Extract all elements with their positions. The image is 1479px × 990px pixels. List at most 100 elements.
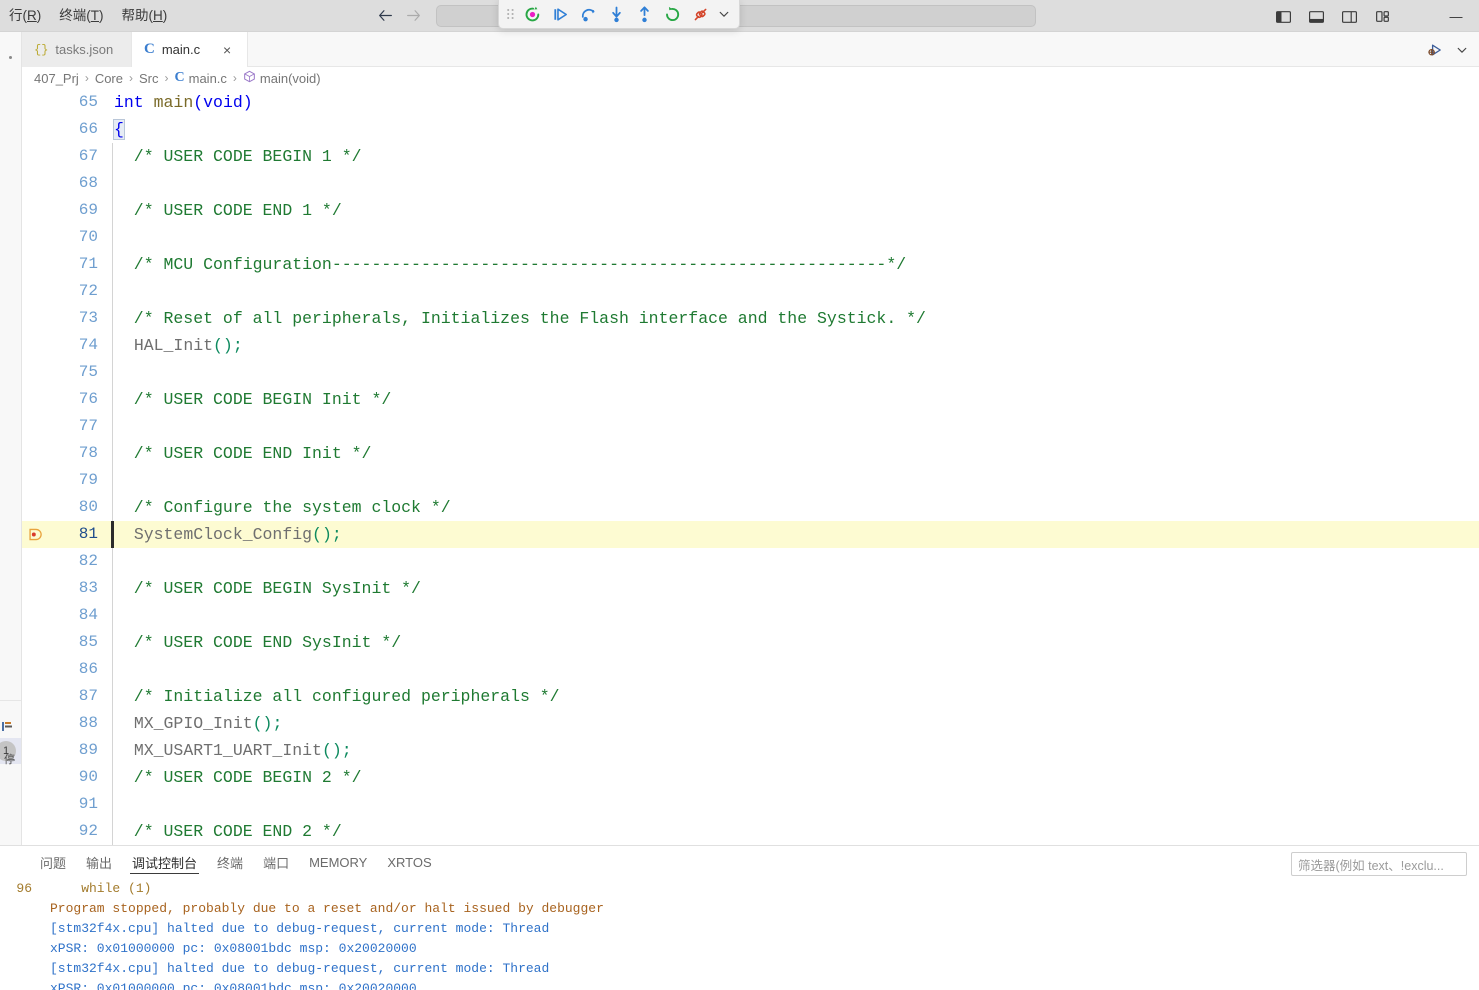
gutter-glyph[interactable] — [22, 224, 46, 251]
debug-stopped-marker[interactable] — [22, 521, 46, 548]
gutter-glyph[interactable] — [22, 602, 46, 629]
gutter-glyph[interactable] — [22, 467, 46, 494]
minimize-button[interactable]: — — [1433, 0, 1479, 32]
drag-handle-icon[interactable] — [503, 4, 517, 24]
code-token: () — [252, 714, 273, 733]
code-line[interactable]: 68 — [22, 170, 1479, 197]
chevron-down-icon[interactable] — [1449, 38, 1475, 62]
toggle-panel-icon[interactable] — [1301, 4, 1331, 28]
code-line[interactable]: 87 /* Initialize all configured peripher… — [22, 683, 1479, 710]
gutter-glyph[interactable] — [22, 386, 46, 413]
editor-tab-tasks-json[interactable]: {} tasks.json — [22, 32, 132, 67]
code-line[interactable]: 86 — [22, 656, 1479, 683]
menu-item-2[interactable]: 帮助(H) — [113, 4, 177, 28]
continue-button[interactable] — [519, 3, 545, 25]
gutter-glyph[interactable] — [22, 278, 46, 305]
code-line[interactable]: 82 — [22, 548, 1479, 575]
customize-layout-icon[interactable] — [1367, 4, 1397, 28]
forward-arrow-icon[interactable] — [400, 5, 426, 27]
panel-tab-2[interactable]: 调试控制台 — [122, 846, 207, 879]
code-line[interactable]: 90 /* USER CODE BEGIN 2 */ — [22, 764, 1479, 791]
gutter-glyph[interactable] — [22, 818, 46, 845]
toggle-secondary-sidebar-icon[interactable] — [1334, 4, 1364, 28]
gutter-glyph[interactable] — [22, 710, 46, 737]
editor-tab-main-c[interactable]: Cmain.c × — [132, 32, 249, 68]
back-arrow-icon[interactable] — [372, 5, 398, 27]
code-line[interactable]: 74 HAL_Init(); — [22, 332, 1479, 359]
restart-button[interactable] — [659, 3, 685, 25]
code-line[interactable]: 65 int main(void) — [22, 89, 1479, 116]
code-line[interactable]: 69 /* USER CODE END 1 */ — [22, 197, 1479, 224]
code-line[interactable]: 89 MX_USART1_UART_Init(); — [22, 737, 1479, 764]
gutter-glyph[interactable] — [22, 791, 46, 818]
c-file-icon: C — [144, 41, 155, 57]
gutter-glyph[interactable] — [22, 575, 46, 602]
code-line[interactable]: 78 /* USER CODE END Init */ — [22, 440, 1479, 467]
gutter-glyph[interactable] — [22, 413, 46, 440]
gutter-glyph[interactable] — [22, 359, 46, 386]
gutter-glyph[interactable] — [22, 440, 46, 467]
disconnect-button[interactable] — [687, 3, 713, 25]
panel-tab-3[interactable]: 终端 — [207, 846, 253, 879]
toggle-primary-sidebar-icon[interactable] — [1268, 4, 1298, 28]
panel-tab-5[interactable]: MEMORY — [299, 846, 377, 879]
code-line[interactable]: 75 — [22, 359, 1479, 386]
gutter-glyph[interactable] — [22, 737, 46, 764]
code-line-current[interactable]: 81 SystemClock_Config(); — [22, 521, 1479, 548]
code-line[interactable]: 92 /* USER CODE END 2 */ — [22, 818, 1479, 845]
code-line[interactable]: 84 — [22, 602, 1479, 629]
step-out-button[interactable] — [631, 3, 657, 25]
code-line[interactable]: 77 — [22, 413, 1479, 440]
gutter-glyph[interactable] — [22, 629, 46, 656]
gutter-glyph[interactable] — [22, 683, 46, 710]
gutter-glyph[interactable] — [22, 143, 46, 170]
code-line[interactable]: 67 /* USER CODE BEGIN 1 */ — [22, 143, 1479, 170]
code-line[interactable]: 83 /* USER CODE BEGIN SysInit */ — [22, 575, 1479, 602]
gutter-glyph[interactable] — [22, 305, 46, 332]
code-line[interactable]: 70 — [22, 224, 1479, 251]
panel-tab-4[interactable]: 端口 — [253, 846, 299, 879]
close-icon[interactable]: × — [219, 43, 235, 57]
gutter-glyph[interactable] — [22, 251, 46, 278]
code-line[interactable]: 71 /* MCU Configuration-----------------… — [22, 251, 1479, 278]
code-line[interactable]: 85 /* USER CODE END SysInit */ — [22, 629, 1479, 656]
code-line[interactable]: 76 /* USER CODE BEGIN Init */ — [22, 386, 1479, 413]
code-line[interactable]: 79 — [22, 467, 1479, 494]
gutter-glyph[interactable] — [22, 197, 46, 224]
code-line[interactable]: 80 /* Configure the system clock */ — [22, 494, 1479, 521]
gutter-glyph[interactable] — [22, 116, 46, 143]
code-line[interactable]: 88 MX_GPIO_Init(); — [22, 710, 1479, 737]
code-line[interactable]: 72 — [22, 278, 1479, 305]
code-line-text: /* MCU Configuration--------------------… — [114, 251, 906, 278]
breadcrumb-item-1[interactable]: Core — [93, 71, 125, 86]
breadcrumb-item-3[interactable]: Cmain.c — [173, 70, 229, 86]
breadcrumb-item-2[interactable]: Src — [137, 71, 161, 86]
bottom-panel: 问题 输出 调试控制台 终端 端口 MEMORY XRTOS 筛选器(例如 text、!ex… — [0, 845, 1479, 990]
indent-guide — [112, 170, 113, 197]
gutter-glyph[interactable] — [22, 656, 46, 683]
step-out-down-button[interactable] — [603, 3, 629, 25]
console-filter-input[interactable]: 筛选器(例如 text、!exclu... — [1291, 852, 1467, 876]
gutter-glyph[interactable] — [22, 494, 46, 521]
run-and-debug-icon[interactable] — [1422, 38, 1448, 62]
menu-item-0[interactable]: 行(R) — [0, 4, 50, 28]
chevron-down-icon[interactable] — [715, 3, 733, 25]
panel-tab-6[interactable]: XRTOS — [377, 846, 441, 879]
gutter-glyph[interactable] — [22, 89, 46, 116]
panel-tab-0[interactable]: 问题 — [30, 846, 76, 879]
breadcrumb-item-0[interactable]: 407_Prj — [32, 71, 81, 86]
code-line[interactable]: 91 — [22, 791, 1479, 818]
code-editor[interactable]: 65 int main(void) 66 {67 /* USER CODE BEGIN… — [22, 89, 1479, 845]
code-line[interactable]: 73 /* Reset of all peripherals, Initiali… — [22, 305, 1479, 332]
step-over-button[interactable] — [547, 3, 573, 25]
gutter-glyph[interactable] — [22, 332, 46, 359]
gutter-glyph[interactable] — [22, 170, 46, 197]
step-into-button[interactable] — [575, 3, 601, 25]
gutter-glyph[interactable] — [22, 548, 46, 575]
breadcrumb-item-4[interactable]: main(void) — [241, 70, 323, 86]
menu-item-1[interactable]: 终端(T) — [50, 4, 112, 28]
panel-tab-1[interactable]: 输出 — [76, 846, 122, 879]
debug-toolbar — [498, 0, 740, 29]
gutter-glyph[interactable] — [22, 764, 46, 791]
code-line[interactable]: 66 { — [22, 116, 1479, 143]
